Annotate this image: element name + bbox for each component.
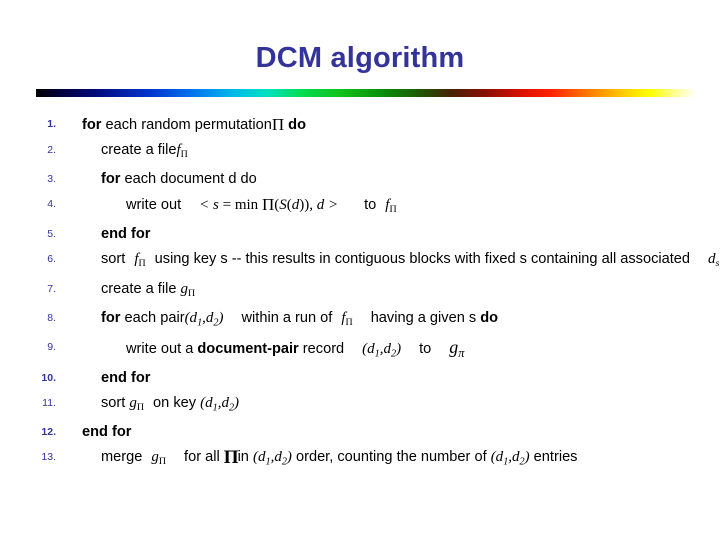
step-text: end for	[101, 226, 151, 243]
list-item: 3. for each document d do	[0, 167, 720, 192]
step-text: for each pair(d1,d2) within a run of fΠ hav…	[101, 309, 499, 328]
rainbow-divider	[36, 89, 696, 97]
step-text: sort fΠ using key s -- this results in con…	[101, 251, 720, 270]
step-text: sort gΠ on key (d1,d2)	[101, 395, 240, 414]
step-text: create a file gΠ	[101, 280, 196, 299]
list-item: 4. write out < s = min Π(S(d)), d > to fΠ	[0, 192, 720, 222]
list-item: 1. for each random permutationΠ do	[0, 112, 720, 138]
list-item: 11. sort gΠ on key (d1,d2)	[0, 391, 720, 420]
list-item: 5. end for	[0, 222, 720, 247]
list-item: 2. create a filefΠ	[0, 138, 720, 167]
step-text: create a filefΠ	[101, 142, 188, 161]
step-number: 4.	[47, 198, 56, 211]
list-item: 6. sort fΠ using key s -- this results in …	[0, 247, 720, 276]
algorithm-list: 1. for each random permutationΠ do 2. cr…	[0, 112, 720, 475]
step-text: end for	[101, 370, 151, 387]
step-number: 2.	[47, 144, 56, 156]
step-number: 9.	[47, 340, 56, 353]
step-number: 13.	[41, 451, 56, 464]
step-number: 6.	[47, 253, 56, 266]
step-number: 12.	[41, 426, 56, 439]
step-text: merge gΠ for all Πin (d1,d2) order, counti…	[101, 447, 578, 469]
step-number: 1.	[47, 118, 56, 130]
list-item: 8. for each pair(d1,d2) within a run of fΠ…	[0, 306, 720, 335]
step-number: 8.	[47, 311, 56, 324]
step-number: 3.	[47, 173, 56, 186]
list-item: 13. merge gΠ for all Πin (d1,d2) order, co…	[0, 445, 720, 474]
list-item: 10. end for	[0, 366, 720, 391]
step-number: 11.	[42, 397, 56, 410]
list-item: 12. end for	[0, 420, 720, 445]
step-text: write out < s = min Π(S(d)), d > to fΠ	[126, 195, 397, 216]
step-text: write out a document-pair record (d1,d2) t…	[126, 336, 465, 360]
step-text: for each random permutationΠ do	[82, 115, 307, 134]
step-text: end for	[82, 424, 132, 441]
step-number: 10.	[41, 372, 56, 385]
page-title: DCM algorithm	[255, 42, 465, 74]
step-number: 5.	[47, 228, 56, 241]
list-item: 9. write out a document-pair record (d1,d…	[0, 335, 720, 366]
list-item: 7. create a file gΠ	[0, 277, 720, 306]
step-number: 7.	[47, 282, 56, 295]
slide: DCM algorithm 1. for each random permuta…	[0, 0, 720, 540]
step-text: for each document d do	[101, 171, 257, 188]
